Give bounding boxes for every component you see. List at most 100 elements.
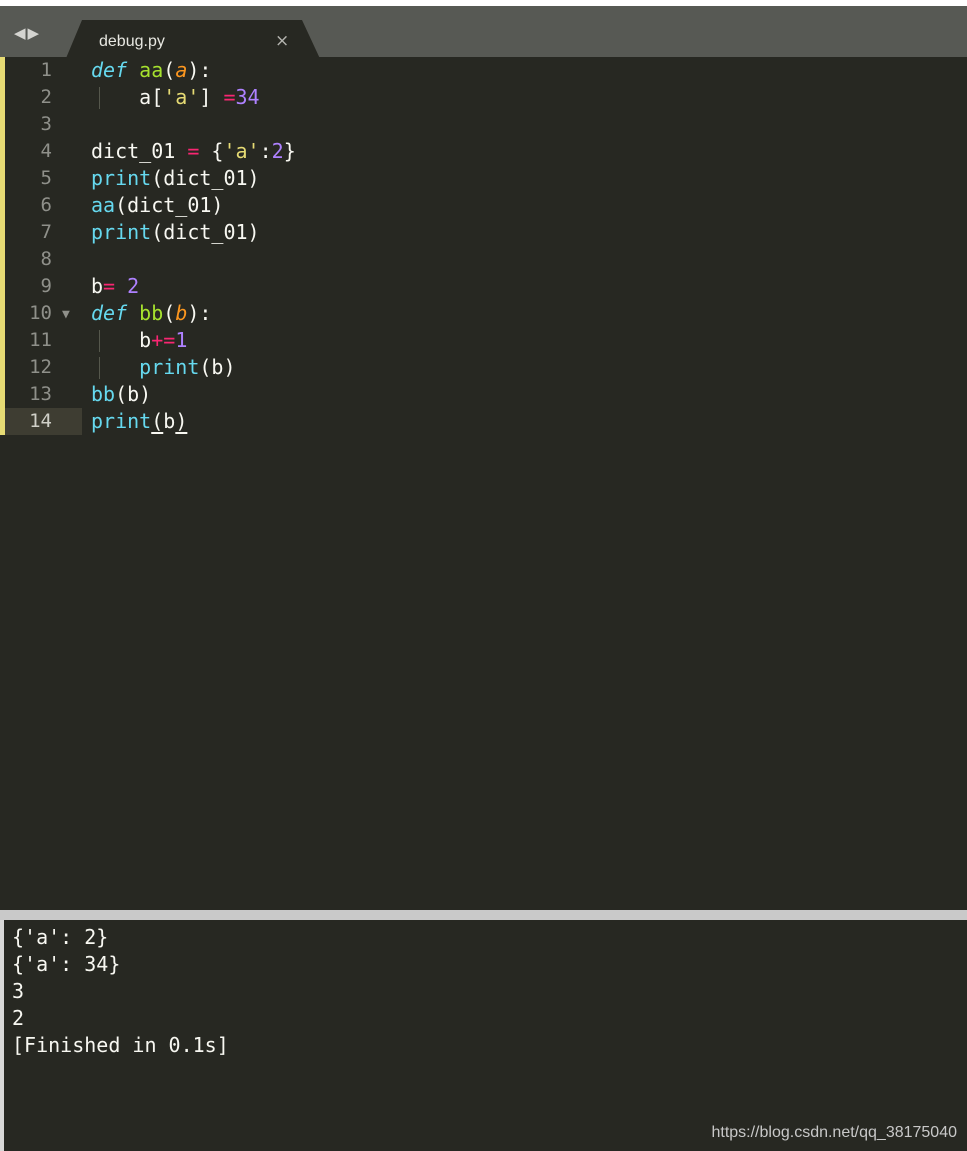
code-token: (: [163, 301, 176, 325]
code-line[interactable]: 10 ▼ def bb(b):: [0, 300, 967, 327]
code-text: print(dict_01): [91, 165, 260, 192]
code-token: bb: [91, 382, 116, 406]
line-gutter: 14: [5, 408, 82, 435]
panel-divider[interactable]: [0, 910, 967, 920]
code-token: =: [103, 274, 116, 298]
code-line[interactable]: 2 a['a'] =34: [0, 84, 967, 111]
line-number: 8: [40, 248, 52, 270]
code-token: aa: [139, 58, 164, 82]
line-gutter: 8: [5, 246, 82, 273]
code-line[interactable]: 14 print(b): [0, 408, 967, 435]
output-line: {'a': 2}: [12, 925, 109, 949]
code-token: print: [91, 220, 152, 244]
line-number: 10: [29, 302, 52, 324]
code-token: (dict_01): [115, 193, 224, 217]
code-line[interactable]: 7 print(dict_01): [0, 219, 967, 246]
line-number: 13: [29, 383, 52, 405]
code-token: {: [199, 139, 224, 163]
code-text: print(b): [91, 408, 187, 435]
line-gutter: 4: [5, 138, 82, 165]
fold-arrow-icon[interactable]: ▼: [62, 301, 70, 328]
code-token: (dict_01): [151, 220, 260, 244]
tab-label: debug.py: [99, 33, 165, 50]
code-token: 'a': [163, 85, 200, 109]
output-line: 2: [12, 1006, 25, 1030]
code-token: :: [259, 139, 272, 163]
line-number: 12: [29, 356, 52, 378]
line-gutter: 3: [5, 111, 82, 138]
output-line: 3: [12, 979, 25, 1003]
line-number: 1: [40, 59, 52, 81]
line-gutter: 7: [5, 219, 82, 246]
code-token: bb: [139, 301, 164, 325]
build-output-panel[interactable]: {'a': 2} {'a': 34} 3 2 [Finished in 0.1s] ht…: [0, 920, 967, 1151]
forward-arrow-icon[interactable]: ▶: [28, 24, 42, 42]
code-token: ):: [187, 58, 212, 82]
line-number: 6: [40, 194, 52, 216]
code-text: print(b): [91, 354, 236, 381]
line-number: 7: [40, 221, 52, 243]
line-number: 3: [40, 113, 52, 135]
tab-navigation: ◀▶: [14, 24, 41, 42]
back-arrow-icon[interactable]: ◀: [14, 24, 28, 42]
code-token: ]: [199, 85, 224, 109]
code-line[interactable]: 13 bb(b): [0, 381, 967, 408]
output-line: [Finished in 0.1s]: [12, 1033, 229, 1057]
line-number: 9: [40, 275, 52, 297]
line-gutter: 12: [5, 354, 82, 381]
code-line[interactable]: 12 print(b): [0, 354, 967, 381]
line-number: 4: [40, 140, 52, 162]
code-token: 34: [235, 85, 260, 109]
line-gutter: 1: [5, 57, 82, 84]
line-gutter: 6: [5, 192, 82, 219]
code-line[interactable]: 5 print(dict_01): [0, 165, 967, 192]
code-token: b: [91, 328, 152, 352]
code-token: b: [91, 274, 104, 298]
code-token: }: [283, 139, 296, 163]
code-token: b: [175, 301, 188, 325]
code-token: dict_01: [91, 139, 188, 163]
line-gutter: 13: [5, 381, 82, 408]
close-icon[interactable]: ×: [275, 31, 289, 51]
code-editor[interactable]: 1 def aa(a): 2 a['a'] =34 3 4 dict_01 = {'a':…: [0, 57, 967, 910]
code-text: b+=1: [91, 327, 187, 354]
line-number: 5: [40, 167, 52, 189]
tab-bar: ◀▶ debug.py ×: [0, 6, 967, 63]
code-token: (: [151, 409, 164, 433]
code-token: a: [175, 58, 188, 82]
code-token: a[: [91, 85, 164, 109]
code-token: 2: [127, 274, 140, 298]
code-text: def bb(b):: [91, 300, 211, 327]
code-text: a['a'] =34: [91, 84, 260, 111]
code-token: (b): [115, 382, 152, 406]
line-gutter: 5: [5, 165, 82, 192]
code-line[interactable]: 11 b+=1: [0, 327, 967, 354]
code-line[interactable]: 9 b= 2: [0, 273, 967, 300]
code-token: +=: [151, 328, 176, 352]
line-number: 14: [29, 410, 52, 432]
code-token: 'a': [223, 139, 260, 163]
line-gutter: 9: [5, 273, 82, 300]
code-line[interactable]: 8: [0, 246, 967, 273]
code-token: def: [91, 58, 128, 82]
code-text: bb(b): [91, 381, 151, 408]
line-gutter: 11: [5, 327, 82, 354]
code-line[interactable]: 1 def aa(a):: [0, 57, 967, 84]
code-line[interactable]: 3: [0, 111, 967, 138]
code-text: dict_01 = {'a':2}: [91, 138, 296, 165]
code-token: =: [187, 139, 200, 163]
code-token: b: [163, 409, 176, 433]
code-token: print: [91, 166, 152, 190]
code-token: aa: [91, 193, 116, 217]
code-line[interactable]: 6 aa(dict_01): [0, 192, 967, 219]
code-token: print: [139, 355, 200, 379]
watermark-url: https://blog.csdn.net/qq_38175040: [711, 1124, 957, 1141]
code-token: (b): [199, 355, 236, 379]
line-number: 11: [29, 329, 52, 351]
code-line[interactable]: 4 dict_01 = {'a':2}: [0, 138, 967, 165]
code-text: print(dict_01): [91, 219, 260, 246]
code-token: (dict_01): [151, 166, 260, 190]
code-token: (: [163, 58, 176, 82]
